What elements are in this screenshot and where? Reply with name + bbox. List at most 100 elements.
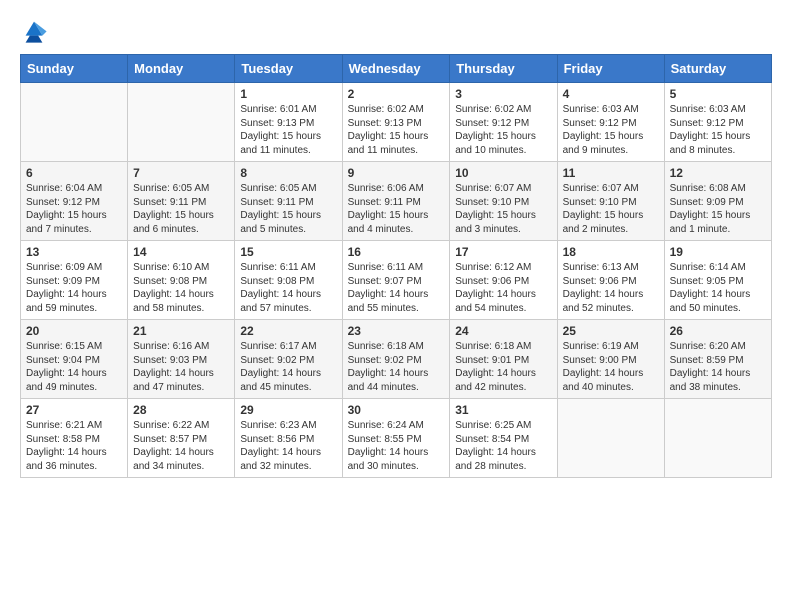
day-info: Sunrise: 6:01 AM Sunset: 9:13 PM Dayligh… [240,103,336,157]
day-number: 3 [455,87,551,101]
calendar-cell: 15 Sunrise: 6:11 AM Sunset: 9:08 PM Dayli… [235,241,342,320]
day-info: Sunrise: 6:02 AM Sunset: 9:12 PM Dayligh… [455,103,551,157]
calendar-cell [557,399,664,478]
logo [20,16,52,44]
day-number: 4 [563,87,659,101]
day-info: Sunrise: 6:05 AM Sunset: 9:11 PM Dayligh… [133,182,229,236]
calendar-cell: 21 Sunrise: 6:16 AM Sunset: 9:03 PM Dayli… [128,320,235,399]
calendar-week-2: 6Sunrise: 6:04 AM Sunset: 9:12 PM Daylig… [21,162,772,241]
calendar-cell: 30 Sunrise: 6:24 AM Sunset: 8:55 PM Dayli… [342,399,450,478]
calendar-cell [664,399,771,478]
day-info: Sunrise: 6:02 AM Sunset: 9:13 PM Dayligh… [348,103,445,157]
calendar-cell: 9 Sunrise: 6:06 AM Sunset: 9:11 PM Daylig… [342,162,450,241]
page-header [20,16,772,44]
calendar-week-3: 13 Sunrise: 6:09 AM Sunset: 9:09 PM Dayli… [21,241,772,320]
day-info: Sunrise: 6:10 AM Sunset: 9:08 PM Dayligh… [133,261,229,315]
day-number: 10 [455,166,551,180]
calendar-cell: 26 Sunrise: 6:20 AM Sunset: 8:59 PM Dayli… [664,320,771,399]
calendar-week-4: 20Sunrise: 6:15 AM Sunset: 9:04 PM Dayli… [21,320,772,399]
day-number: 7 [133,166,229,180]
day-info: Sunrise: 6:14 AM Sunset: 9:05 PM Dayligh… [670,261,766,315]
weekday-header-tuesday: Tuesday [235,55,342,83]
weekday-header-monday: Monday [128,55,235,83]
day-info: Sunrise: 6:05 AM Sunset: 9:11 PM Dayligh… [240,182,336,236]
day-number: 23 [348,324,445,338]
day-info: Sunrise: 6:25 AM Sunset: 8:54 PM Dayligh… [455,419,551,473]
day-number: 17 [455,245,551,259]
calendar-cell: 24Sunrise: 6:18 AM Sunset: 9:01 PM Dayli… [450,320,557,399]
day-number: 9 [348,166,445,180]
day-number: 11 [563,166,659,180]
day-number: 8 [240,166,336,180]
calendar-cell: 28 Sunrise: 6:22 AM Sunset: 8:57 PM Dayli… [128,399,235,478]
calendar-cell: 2 Sunrise: 6:02 AM Sunset: 9:13 PM Daylig… [342,83,450,162]
day-info: Sunrise: 6:12 AM Sunset: 9:06 PM Dayligh… [455,261,551,315]
day-number: 20 [26,324,122,338]
day-number: 13 [26,245,122,259]
calendar-week-5: 27Sunrise: 6:21 AM Sunset: 8:58 PM Dayli… [21,399,772,478]
calendar-cell: 22Sunrise: 6:17 AM Sunset: 9:02 PM Dayli… [235,320,342,399]
day-number: 15 [240,245,336,259]
day-number: 28 [133,403,229,417]
day-number: 29 [240,403,336,417]
day-number: 12 [670,166,766,180]
day-info: Sunrise: 6:24 AM Sunset: 8:55 PM Dayligh… [348,419,445,473]
calendar-cell [128,83,235,162]
calendar-cell: 12 Sunrise: 6:08 AM Sunset: 9:09 PM Dayli… [664,162,771,241]
day-info: Sunrise: 6:04 AM Sunset: 9:12 PM Dayligh… [26,182,122,236]
day-number: 30 [348,403,445,417]
day-number: 21 [133,324,229,338]
day-info: Sunrise: 6:07 AM Sunset: 9:10 PM Dayligh… [455,182,551,236]
day-number: 22 [240,324,336,338]
calendar-cell: 18 Sunrise: 6:13 AM Sunset: 9:06 PM Dayli… [557,241,664,320]
calendar-cell: 7 Sunrise: 6:05 AM Sunset: 9:11 PM Daylig… [128,162,235,241]
calendar-cell: 31Sunrise: 6:25 AM Sunset: 8:54 PM Dayli… [450,399,557,478]
day-number: 26 [670,324,766,338]
weekday-header-friday: Friday [557,55,664,83]
calendar-cell: 3 Sunrise: 6:02 AM Sunset: 9:12 PM Daylig… [450,83,557,162]
day-info: Sunrise: 6:13 AM Sunset: 9:06 PM Dayligh… [563,261,659,315]
day-info: Sunrise: 6:08 AM Sunset: 9:09 PM Dayligh… [670,182,766,236]
day-info: Sunrise: 6:20 AM Sunset: 8:59 PM Dayligh… [670,340,766,394]
day-info: Sunrise: 6:22 AM Sunset: 8:57 PM Dayligh… [133,419,229,473]
calendar-cell: 27Sunrise: 6:21 AM Sunset: 8:58 PM Dayli… [21,399,128,478]
calendar-cell: 19 Sunrise: 6:14 AM Sunset: 9:05 PM Dayli… [664,241,771,320]
calendar-week-1: 1 Sunrise: 6:01 AM Sunset: 9:13 PM Daylig… [21,83,772,162]
calendar-cell: 5 Sunrise: 6:03 AM Sunset: 9:12 PM Daylig… [664,83,771,162]
day-info: Sunrise: 6:11 AM Sunset: 9:07 PM Dayligh… [348,261,445,315]
calendar-cell: 29Sunrise: 6:23 AM Sunset: 8:56 PM Dayli… [235,399,342,478]
day-number: 5 [670,87,766,101]
calendar-cell: 6Sunrise: 6:04 AM Sunset: 9:12 PM Daylig… [21,162,128,241]
day-info: Sunrise: 6:11 AM Sunset: 9:08 PM Dayligh… [240,261,336,315]
calendar-cell: 8 Sunrise: 6:05 AM Sunset: 9:11 PM Daylig… [235,162,342,241]
day-number: 19 [670,245,766,259]
day-number: 2 [348,87,445,101]
calendar-cell: 11 Sunrise: 6:07 AM Sunset: 9:10 PM Dayli… [557,162,664,241]
calendar-cell: 25 Sunrise: 6:19 AM Sunset: 9:00 PM Dayli… [557,320,664,399]
calendar-table: SundayMondayTuesdayWednesdayThursdayFrid… [20,54,772,478]
calendar-cell: 17 Sunrise: 6:12 AM Sunset: 9:06 PM Dayli… [450,241,557,320]
calendar-cell: 4 Sunrise: 6:03 AM Sunset: 9:12 PM Daylig… [557,83,664,162]
calendar-cell: 14 Sunrise: 6:10 AM Sunset: 9:08 PM Dayli… [128,241,235,320]
day-info: Sunrise: 6:06 AM Sunset: 9:11 PM Dayligh… [348,182,445,236]
weekday-header-thursday: Thursday [450,55,557,83]
day-number: 27 [26,403,122,417]
day-info: Sunrise: 6:18 AM Sunset: 9:02 PM Dayligh… [348,340,445,394]
day-number: 1 [240,87,336,101]
calendar-cell: 20Sunrise: 6:15 AM Sunset: 9:04 PM Dayli… [21,320,128,399]
weekday-header-wednesday: Wednesday [342,55,450,83]
day-number: 25 [563,324,659,338]
day-info: Sunrise: 6:19 AM Sunset: 9:00 PM Dayligh… [563,340,659,394]
day-number: 18 [563,245,659,259]
day-info: Sunrise: 6:09 AM Sunset: 9:09 PM Dayligh… [26,261,122,315]
day-info: Sunrise: 6:03 AM Sunset: 9:12 PM Dayligh… [563,103,659,157]
day-number: 24 [455,324,551,338]
day-info: Sunrise: 6:16 AM Sunset: 9:03 PM Dayligh… [133,340,229,394]
day-info: Sunrise: 6:03 AM Sunset: 9:12 PM Dayligh… [670,103,766,157]
calendar-cell: 10 Sunrise: 6:07 AM Sunset: 9:10 PM Dayli… [450,162,557,241]
day-info: Sunrise: 6:07 AM Sunset: 9:10 PM Dayligh… [563,182,659,236]
day-number: 14 [133,245,229,259]
calendar-cell: 16Sunrise: 6:11 AM Sunset: 9:07 PM Dayli… [342,241,450,320]
calendar-cell: 13 Sunrise: 6:09 AM Sunset: 9:09 PM Dayli… [21,241,128,320]
calendar-cell: 1 Sunrise: 6:01 AM Sunset: 9:13 PM Daylig… [235,83,342,162]
